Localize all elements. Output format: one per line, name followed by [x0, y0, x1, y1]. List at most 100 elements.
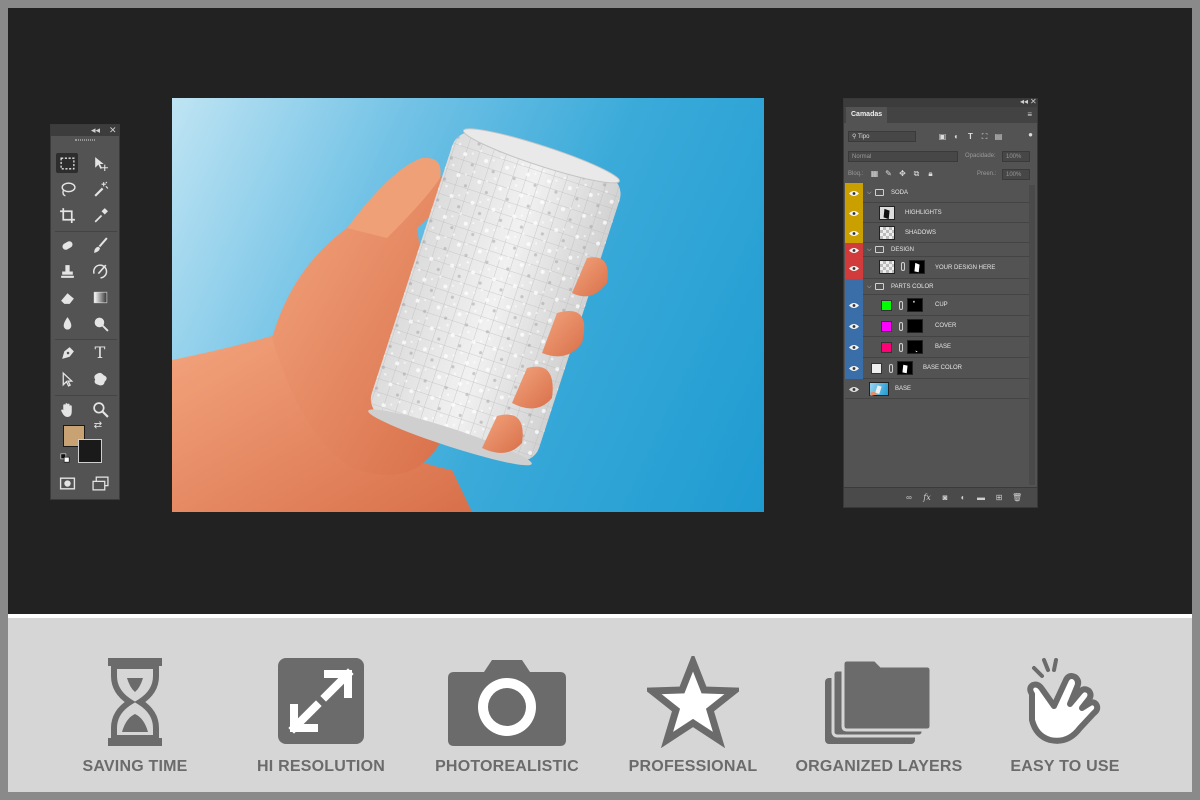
lock-artboard-icon[interactable]: ⧉	[912, 169, 921, 178]
eye-icon[interactable]	[845, 358, 863, 379]
tab-layers[interactable]: Camadas	[846, 107, 888, 123]
hand-holding-can-image	[172, 128, 621, 512]
chevron-down-icon[interactable]: ⌵	[867, 243, 872, 257]
layer-row[interactable]: ⌵ DESIGN	[845, 243, 1029, 257]
collapse-icon[interactable]: ◂◂	[1020, 97, 1028, 107]
adjustment-layer-icon[interactable]: ◐	[958, 493, 968, 503]
filter-toggle-icon[interactable]: ●	[1026, 130, 1035, 139]
eye-icon[interactable]	[845, 223, 863, 243]
feature-organized-layers: ORGANIZED LAYERS	[794, 654, 964, 784]
eye-icon[interactable]	[845, 183, 863, 203]
layer-row[interactable]: ⌵ PARTS COLOR	[845, 279, 1029, 295]
layers-panel: ◂◂ ✕ Camadas ≡ ⚲ Tipo ▣ ◐ T ⛶ ▤ ● Normal…	[843, 97, 1038, 508]
tools-panel-titlebar[interactable]: ◂◂ ✕	[51, 125, 119, 136]
eraser-tool-icon[interactable]	[56, 287, 78, 307]
layers-panel-titlebar[interactable]: ◂◂ ✕	[844, 97, 1037, 107]
blend-mode-select[interactable]: Normal	[848, 151, 958, 162]
history-brush-tool-icon[interactable]	[89, 261, 111, 281]
lasso-tool-icon[interactable]	[56, 179, 78, 199]
layer-row[interactable]: BASE	[845, 379, 1029, 399]
fill-swatch	[881, 342, 892, 353]
mask-thumbnail	[907, 340, 923, 354]
close-icon[interactable]: ✕	[109, 124, 117, 136]
lock-position-icon[interactable]: ✥	[898, 169, 907, 178]
gradient-tool-icon[interactable]	[89, 287, 111, 307]
eye-icon[interactable]	[845, 243, 863, 257]
magic-wand-tool-icon[interactable]	[89, 179, 111, 199]
feature-label: ORGANIZED LAYERS	[795, 758, 963, 775]
layer-row[interactable]: ⌵ SODA	[845, 183, 1029, 203]
close-icon[interactable]: ✕	[1030, 97, 1037, 107]
pen-tool-icon[interactable]	[56, 343, 78, 363]
eye-icon[interactable]	[845, 295, 863, 316]
link-layers-icon[interactable]: ∞	[904, 493, 914, 503]
filter-type-icon[interactable]: T	[966, 132, 975, 141]
zoom-tool-icon[interactable]	[89, 399, 111, 419]
filter-kind-select[interactable]: ⚲ Tipo	[848, 131, 916, 142]
new-layer-icon[interactable]: ⊞	[994, 493, 1004, 503]
screen-mode-icon[interactable]	[89, 473, 111, 493]
filter-shape-icon[interactable]: ⛶	[980, 132, 989, 141]
lock-pixels-icon[interactable]: ✎	[884, 169, 893, 178]
clone-stamp-tool-icon[interactable]	[56, 261, 78, 281]
layer-row[interactable]: SHADOWS	[845, 223, 1029, 243]
background-color-swatch[interactable]	[78, 439, 102, 463]
layer-row[interactable]: BASE	[845, 337, 1029, 358]
chevron-down-icon[interactable]: ⌵	[867, 279, 872, 295]
opacity-label: Opacidade:	[965, 153, 996, 159]
eye-icon[interactable]	[845, 337, 863, 358]
layer-row[interactable]: HIGHLIGHTS	[845, 203, 1029, 223]
swap-colors-icon[interactable]: ⇄	[91, 419, 105, 433]
collapse-icon[interactable]: ◂◂	[91, 124, 100, 136]
new-group-icon[interactable]: ▬	[976, 493, 986, 503]
custom-shape-tool-icon[interactable]	[89, 369, 111, 389]
visibility-off-cell[interactable]	[845, 279, 863, 295]
eyedropper-tool-icon[interactable]	[89, 205, 111, 225]
filter-adjustment-icon[interactable]: ◐	[952, 132, 961, 141]
eye-icon[interactable]	[845, 203, 863, 223]
lock-all-icon[interactable]: 🔒︎	[926, 169, 935, 178]
opacity-input[interactable]: 100%	[1002, 151, 1030, 162]
brush-tool-icon[interactable]	[89, 235, 111, 255]
chevron-down-icon[interactable]: ⌵	[867, 183, 872, 203]
mask-thumbnail	[909, 260, 925, 274]
photo-canvas[interactable]	[172, 98, 764, 512]
type-tool-icon[interactable]: T	[89, 343, 111, 363]
feature-label: PHOTOREALISTIC	[435, 758, 579, 775]
blur-tool-icon[interactable]	[56, 313, 78, 333]
eye-icon[interactable]	[845, 316, 863, 337]
layer-row[interactable]: COVER	[845, 316, 1029, 337]
dodge-tool-icon[interactable]	[89, 313, 111, 333]
hand-tool-icon[interactable]	[56, 399, 78, 419]
layers-scrollbar[interactable]	[1029, 185, 1035, 485]
layer-row[interactable]: BASE COLOR	[845, 358, 1029, 379]
healing-brush-tool-icon[interactable]	[56, 235, 78, 255]
layer-name: CUP	[935, 302, 948, 308]
tap-hand-icon	[1022, 656, 1108, 753]
crop-tool-icon[interactable]	[56, 205, 78, 225]
path-selection-tool-icon[interactable]	[56, 369, 78, 389]
lock-label: Bloq.:	[848, 171, 864, 177]
layer-row[interactable]: YOUR DESIGN HERE	[845, 257, 1029, 279]
panel-menu-icon[interactable]: ≡	[1027, 110, 1032, 119]
marquee-tool-icon[interactable]	[56, 153, 78, 173]
tools-separator	[55, 339, 117, 340]
layer-thumbnail	[879, 226, 895, 240]
filter-smart-object-icon[interactable]: ▤	[994, 132, 1003, 141]
add-mask-icon[interactable]: ◙	[940, 493, 950, 503]
quick-mask-icon[interactable]	[56, 473, 78, 493]
fx-icon[interactable]: fx	[922, 493, 932, 503]
eye-icon[interactable]	[845, 379, 863, 399]
fill-input[interactable]: 100%	[1002, 169, 1030, 180]
filter-pixel-icon[interactable]: ▣	[938, 132, 947, 141]
delete-icon[interactable]: 🗑︎	[1012, 493, 1022, 503]
eye-icon[interactable]	[845, 257, 863, 279]
default-colors-icon[interactable]	[58, 451, 72, 465]
lock-transparent-icon[interactable]: ▦	[870, 169, 879, 178]
layer-name: PARTS COLOR	[891, 284, 934, 290]
fill-swatch	[881, 300, 892, 311]
panel-grip[interactable]	[75, 139, 95, 141]
fill-label: Preen.:	[977, 171, 997, 177]
move-tool-icon[interactable]	[89, 153, 111, 173]
layer-row[interactable]: CUP	[845, 295, 1029, 316]
